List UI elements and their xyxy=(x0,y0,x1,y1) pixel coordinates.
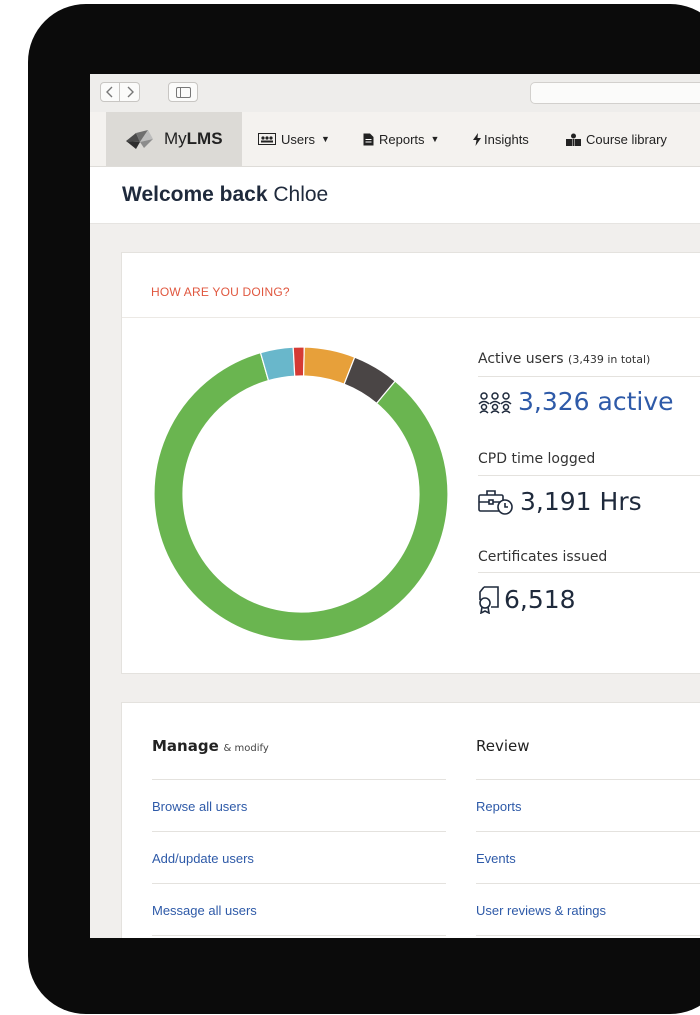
users-icon xyxy=(258,133,276,145)
stats-card: HOW ARE YOU DOING? Active users (3,439 i… xyxy=(121,252,700,674)
nav-insights[interactable]: Insights xyxy=(473,112,529,166)
forward-button[interactable] xyxy=(120,82,140,102)
report-document-icon xyxy=(363,133,374,146)
user-reviews-link[interactable]: User reviews & ratings xyxy=(476,903,606,918)
stats-card-title: HOW ARE YOU DOING? xyxy=(151,285,290,299)
app-screen: MyLMS Users ▼ Reports ▼ Insights Course … xyxy=(90,74,700,938)
message-users-link[interactable]: Message all users xyxy=(152,903,257,918)
activity-donut-chart xyxy=(153,346,449,642)
divider xyxy=(476,935,700,936)
chevron-right-icon xyxy=(127,86,134,98)
certificates-label: Certificates issued xyxy=(478,549,608,565)
brand-home-link[interactable]: MyLMS xyxy=(106,112,242,166)
divider xyxy=(476,883,700,884)
divider xyxy=(152,779,446,780)
divider xyxy=(476,779,700,780)
divider xyxy=(476,831,700,832)
add-update-users-link[interactable]: Add/update users xyxy=(152,851,254,866)
divider xyxy=(152,935,446,936)
chevron-left-icon xyxy=(106,86,113,98)
caret-down-icon: ▼ xyxy=(430,134,440,144)
top-nav: MyLMS Users ▼ Reports ▼ Insights Course … xyxy=(90,112,700,167)
manage-heading: Manage & modify xyxy=(152,737,269,755)
active-users-number: 3,326 active xyxy=(518,387,674,416)
nav-reports-label: Reports xyxy=(379,131,425,147)
divider xyxy=(478,376,700,377)
events-link[interactable]: Events xyxy=(476,851,516,866)
nav-reports[interactable]: Reports ▼ xyxy=(363,112,439,166)
divider xyxy=(152,883,446,884)
divider xyxy=(478,572,700,573)
page-title: Welcome back Chloe xyxy=(122,183,329,206)
divider xyxy=(152,831,446,832)
caret-down-icon: ▼ xyxy=(320,134,330,144)
divider xyxy=(478,475,700,476)
browser-toolbar xyxy=(90,74,700,113)
welcome-bar: Welcome back Chloe xyxy=(90,167,700,224)
cpd-value: 3,191 Hrs xyxy=(478,487,642,516)
course-library-icon xyxy=(566,133,581,146)
nav-course-library-label: Course library xyxy=(586,131,667,147)
brand-name: MyLMS xyxy=(164,129,223,148)
sidebar-icon xyxy=(175,86,191,98)
quick-links-card: Manage & modify Review Browse all users … xyxy=(121,702,700,938)
nav-users-label: Users xyxy=(281,131,315,147)
nav-insights-label: Insights xyxy=(484,131,529,147)
cpd-number: 3,191 Hrs xyxy=(520,487,642,516)
donut-segment-0 xyxy=(153,351,449,642)
lms-logo-icon xyxy=(126,130,153,149)
briefcase-clock-icon xyxy=(478,489,514,515)
group-users-icon xyxy=(478,390,512,414)
lightning-icon xyxy=(473,132,481,146)
back-button[interactable] xyxy=(100,82,120,102)
cpd-label: CPD time logged xyxy=(478,451,596,467)
stats-card-header: HOW ARE YOU DOING? xyxy=(122,253,700,318)
nav-course-library[interactable]: Course library xyxy=(566,112,667,166)
browse-users-link[interactable]: Browse all users xyxy=(152,799,247,814)
donut-segment-2 xyxy=(292,346,305,377)
active-users-label: Active users (3,439 in total) xyxy=(478,351,651,367)
address-bar[interactable] xyxy=(530,82,700,104)
active-users-value: 3,326 active xyxy=(478,387,674,416)
review-heading: Review xyxy=(476,737,530,755)
sidebar-toggle-button[interactable] xyxy=(168,82,198,102)
certificates-value: 6,518 xyxy=(478,585,576,614)
nav-users[interactable]: Users ▼ xyxy=(258,112,330,166)
certificate-icon xyxy=(478,585,500,614)
certificates-number: 6,518 xyxy=(504,585,576,614)
reports-link[interactable]: Reports xyxy=(476,799,522,814)
